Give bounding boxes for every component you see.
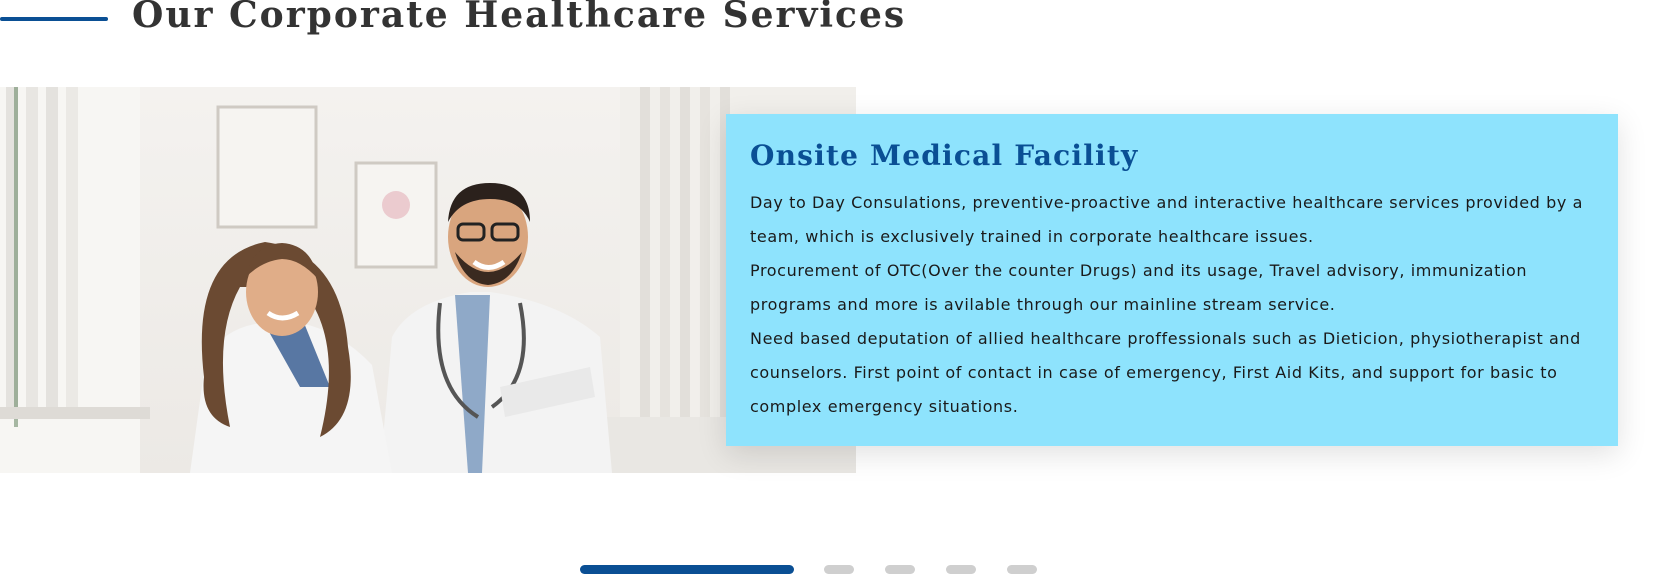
carousel-dot-3[interactable] <box>885 565 915 574</box>
service-card: Onsite Medical Facility Day to Day Consu… <box>726 114 1618 446</box>
section-title: Our Corporate Healthcare Services <box>132 0 907 36</box>
card-paragraph-1: Day to Day Consulations, preventive-proa… <box>750 193 1584 246</box>
card-paragraph-3: Need based deputation of allied healthca… <box>750 329 1581 416</box>
card-title: Onsite Medical Facility <box>750 139 1139 172</box>
section-header: Our Corporate Healthcare Services <box>0 0 904 40</box>
carousel-pagination <box>580 565 1040 574</box>
carousel-dot-5[interactable] <box>1007 565 1037 574</box>
card-paragraph-2: Procurement of OTC(Over the counter Drug… <box>750 261 1528 314</box>
carousel-dot-2[interactable] <box>824 565 854 574</box>
carousel-dot-4[interactable] <box>946 565 976 574</box>
carousel-dot-1[interactable] <box>580 565 794 574</box>
header-accent-line <box>0 17 108 21</box>
